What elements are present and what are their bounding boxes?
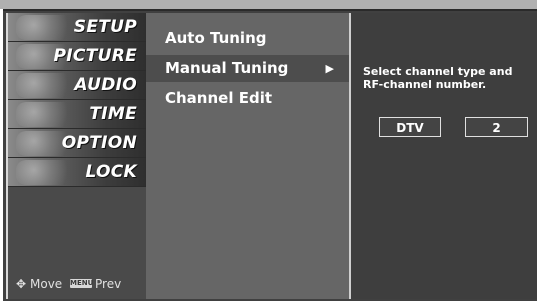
menu-item-label: SETUP bbox=[73, 17, 137, 37]
clock-icon bbox=[16, 102, 76, 127]
rf-channel-number-field[interactable]: 2 bbox=[465, 117, 528, 137]
lock-icon bbox=[16, 160, 76, 185]
menu-item-label: OPTION bbox=[61, 133, 137, 153]
top-bar bbox=[0, 0, 537, 9]
submenu-item-auto-tuning[interactable]: Auto Tuning bbox=[146, 25, 349, 52]
menu-key-icon: MENU bbox=[70, 279, 94, 288]
menu-item-label: TIME bbox=[89, 104, 137, 124]
menu-item-setup[interactable]: SETUP bbox=[8, 13, 147, 42]
setup-icon bbox=[16, 15, 76, 40]
submenu-item-label: Manual Tuning bbox=[165, 59, 289, 77]
menu-item-label: LOCK bbox=[85, 162, 137, 182]
menu-item-time[interactable]: TIME bbox=[8, 100, 147, 129]
instruction-text: Select channel type and RF-channel numbe… bbox=[363, 65, 513, 91]
audio-icon bbox=[16, 73, 76, 98]
setup-submenu: Auto Tuning Manual Tuning ▶ Channel Edit bbox=[146, 13, 351, 299]
menu-item-picture[interactable]: PICTURE bbox=[8, 42, 147, 71]
submenu-item-label: Auto Tuning bbox=[165, 29, 267, 47]
menu-item-option[interactable]: OPTION bbox=[8, 129, 147, 158]
manual-tuning-panel: Select channel type and RF-channel numbe… bbox=[351, 13, 537, 299]
submenu-item-channel-edit[interactable]: Channel Edit bbox=[146, 85, 349, 112]
category-menu: SETUP PICTURE AUDIO TIME OPTION LOCK bbox=[6, 13, 148, 299]
move-hint-label: Move bbox=[30, 277, 63, 291]
divider bbox=[8, 186, 147, 187]
channel-type-field[interactable]: DTV bbox=[379, 117, 441, 137]
menu-item-label: PICTURE bbox=[53, 46, 137, 66]
prev-hint-label: Prev bbox=[95, 277, 122, 291]
submenu-item-manual-tuning[interactable]: Manual Tuning ▶ bbox=[146, 55, 349, 82]
menu-item-audio[interactable]: AUDIO bbox=[8, 71, 147, 100]
menu-item-lock[interactable]: LOCK bbox=[8, 158, 147, 187]
move-arrows-icon: ✥ bbox=[16, 277, 27, 291]
menu-item-label: AUDIO bbox=[74, 75, 137, 95]
navigation-hints: ✥ Move MENU Prev bbox=[6, 274, 145, 294]
arrow-right-icon: ▶ bbox=[325, 62, 334, 75]
submenu-item-label: Channel Edit bbox=[165, 89, 272, 107]
